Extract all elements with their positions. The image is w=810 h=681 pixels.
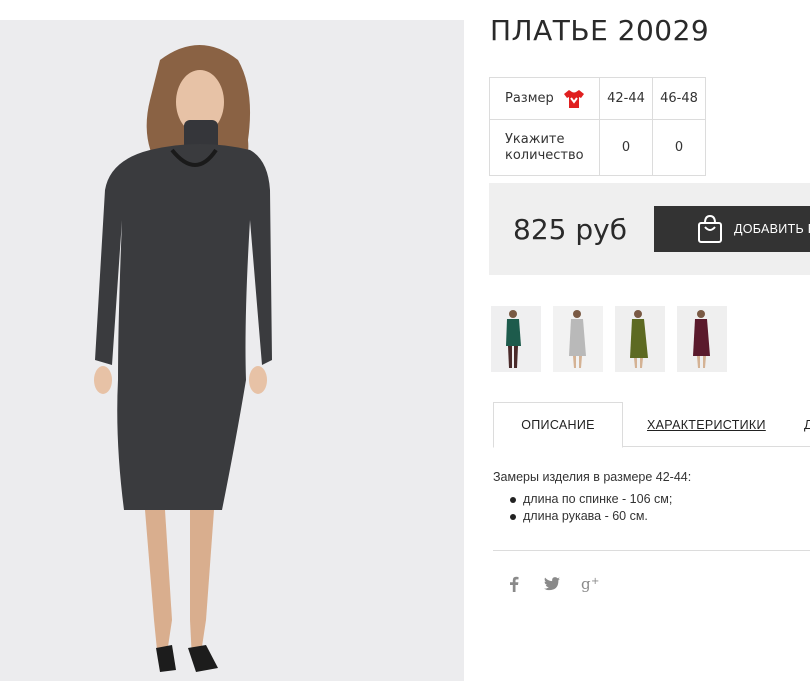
add-to-cart-button[interactable]: ДОБАВИТЬ В (654, 206, 810, 252)
thumbnail-olive[interactable] (615, 306, 665, 372)
quantity-input-42-44[interactable]: 0 (599, 119, 653, 176)
product-tabs: ОПИСАНИЕ ХАРАКТЕРИСТИКИ Д (493, 402, 810, 448)
add-to-cart-label: ДОБАВИТЬ В (734, 222, 810, 236)
svg-text:g: g (581, 576, 591, 592)
thumbnail-light-gray[interactable] (553, 306, 603, 372)
quantity-label-line2: количество (505, 147, 584, 163)
tab-description[interactable]: ОПИСАНИЕ (493, 402, 623, 448)
product-price: 825 руб (513, 213, 627, 246)
google-plus-icon[interactable]: g + (581, 574, 599, 594)
thumbnail-burgundy[interactable] (677, 306, 727, 372)
tab-delivery[interactable]: Д (804, 402, 810, 447)
tab-characteristics[interactable]: ХАРАКТЕРИСТИКИ (647, 402, 766, 447)
description-heading: Замеры изделия в размере 42-44: (493, 470, 692, 484)
list-item: длина рукава - 60 см. (509, 508, 691, 525)
size-label-cell: Размер (489, 77, 600, 120)
quantity-label-cell: Укажите количество (489, 119, 600, 176)
size-chart-shirt-icon[interactable] (563, 89, 585, 109)
thumbnail-green[interactable] (491, 306, 541, 372)
size-quantity-table: Размер 42-44 46-48 Укажите количество 0 … (489, 77, 706, 176)
size-label: Размер (505, 91, 554, 106)
quantity-row: Укажите количество 0 0 (489, 119, 706, 176)
price-box: 825 руб ДОБАВИТЬ В (489, 183, 810, 275)
quantity-input-46-48[interactable]: 0 (652, 119, 706, 176)
main-product-photo[interactable] (0, 20, 464, 681)
description-list: длина по спинке - 106 см; длина рукава -… (493, 491, 691, 525)
description-panel: Замеры изделия в размере 42-44: длина по… (493, 470, 691, 525)
quantity-label-line1: Укажите (505, 131, 565, 147)
product-title: ПЛАТЬЕ 20029 (490, 14, 710, 47)
list-item: длина по спинке - 106 см; (509, 491, 691, 508)
svg-text:+: + (591, 576, 599, 587)
size-row: Размер 42-44 46-48 (489, 77, 706, 120)
size-option-46-48[interactable]: 46-48 (652, 77, 706, 120)
divider (493, 550, 810, 551)
twitter-icon[interactable] (543, 574, 561, 594)
shopping-bag-icon (696, 214, 724, 244)
size-option-42-44[interactable]: 42-44 (599, 77, 653, 120)
facebook-icon[interactable] (505, 574, 523, 594)
color-thumbnails (491, 306, 727, 372)
share-bar: g + (505, 574, 599, 594)
